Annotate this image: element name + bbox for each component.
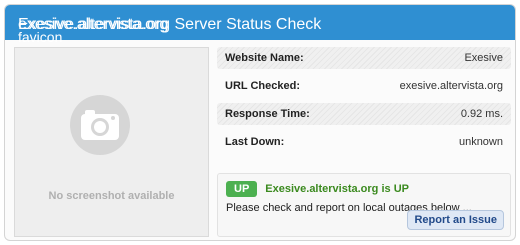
detail-value: exesive.altervista.org	[399, 80, 503, 92]
status-badge: UP	[226, 181, 258, 197]
detail-row-last-down: Last Down: unknown	[217, 131, 511, 153]
detail-row-url-checked: URL Checked: exesive.altervista.org	[217, 75, 511, 97]
detail-label: Response Time:	[225, 108, 310, 120]
page-title: Exesive.altervista.org Server Status Che…	[18, 16, 322, 33]
detail-row-website-name: Website Name: Exesive	[217, 47, 511, 69]
camera-icon	[70, 95, 130, 155]
detail-value: unknown	[458, 136, 503, 148]
status-line: UP Exesive.altervista.org is UP	[226, 180, 409, 198]
report-issue-button[interactable]: Report an Issue	[407, 210, 504, 230]
detail-label: Last Down:	[225, 136, 285, 148]
detail-value: Exesive	[464, 52, 503, 64]
no-screenshot-label: No screenshot available	[48, 190, 175, 202]
card-header: exesive.altervista.org favicon Exesive.a…	[5, 5, 515, 44]
screenshot-placeholder: No screenshot available	[14, 47, 209, 237]
detail-label: Website Name:	[225, 52, 304, 64]
details-list: Website Name: Exesive URL Checked: exesi…	[217, 47, 511, 159]
detail-label: URL Checked:	[225, 80, 300, 92]
status-card: exesive.altervista.org favicon Exesive.a…	[4, 4, 516, 241]
status-message: Exesive.altervista.org is UP	[265, 183, 409, 195]
detail-value: 0.92 ms.	[460, 108, 503, 120]
detail-row-response-time: Response Time: 0.92 ms.	[217, 103, 511, 125]
status-box: UP Exesive.altervista.org is UP Please c…	[217, 173, 511, 237]
